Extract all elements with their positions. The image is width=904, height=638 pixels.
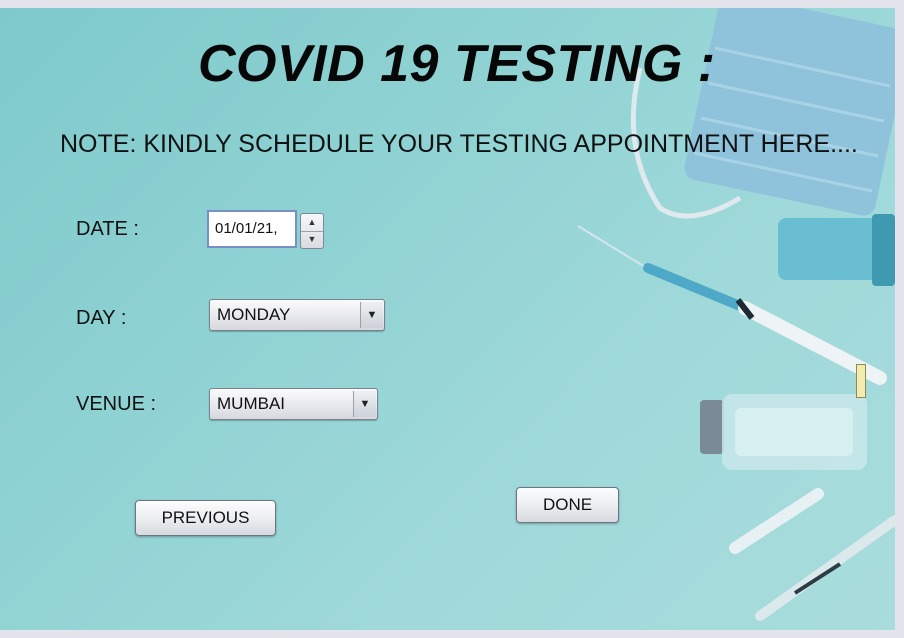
date-label: DATE : [76, 218, 139, 240]
chevron-down-icon[interactable]: ▼ [360, 302, 383, 328]
date-field[interactable]: 01/01/21, [207, 210, 297, 248]
scroll-indicator[interactable] [856, 364, 866, 398]
chevron-down-icon[interactable]: ▼ [353, 391, 376, 417]
spinner-up-icon[interactable]: ▲ [301, 214, 323, 232]
spinner-down-icon[interactable]: ▼ [301, 231, 323, 248]
spinner-buttons: ▲ ▼ [300, 213, 324, 249]
syringe-illustration-bottom [729, 488, 895, 621]
window-frame-right [895, 0, 904, 638]
vial-illustration-center [700, 394, 867, 470]
day-dropdown-value: MONDAY [217, 305, 291, 324]
venue-label: VENUE : [76, 393, 157, 415]
page-title: COVID 19 TESTING : [198, 35, 716, 93]
vial-illustration-top [778, 214, 895, 286]
date-spinner[interactable]: 01/01/21, ▲ ▼ [207, 210, 325, 252]
window-frame-bottom [0, 630, 904, 638]
venue-dropdown[interactable]: MUMBAI ▼ [209, 388, 378, 420]
background-panel [0, 8, 895, 630]
venue-dropdown-value: MUMBAI [217, 394, 285, 413]
day-label: DAY : [76, 307, 127, 329]
instruction-note: NOTE: KINDLY SCHEDULE YOUR TESTING APPOI… [60, 130, 858, 158]
done-button[interactable]: DONE [516, 487, 619, 523]
medical-background-image [577, 8, 895, 621]
window-frame-top [0, 0, 904, 8]
day-dropdown[interactable]: MONDAY ▼ [209, 299, 385, 331]
previous-button[interactable]: PREVIOUS [135, 500, 276, 536]
